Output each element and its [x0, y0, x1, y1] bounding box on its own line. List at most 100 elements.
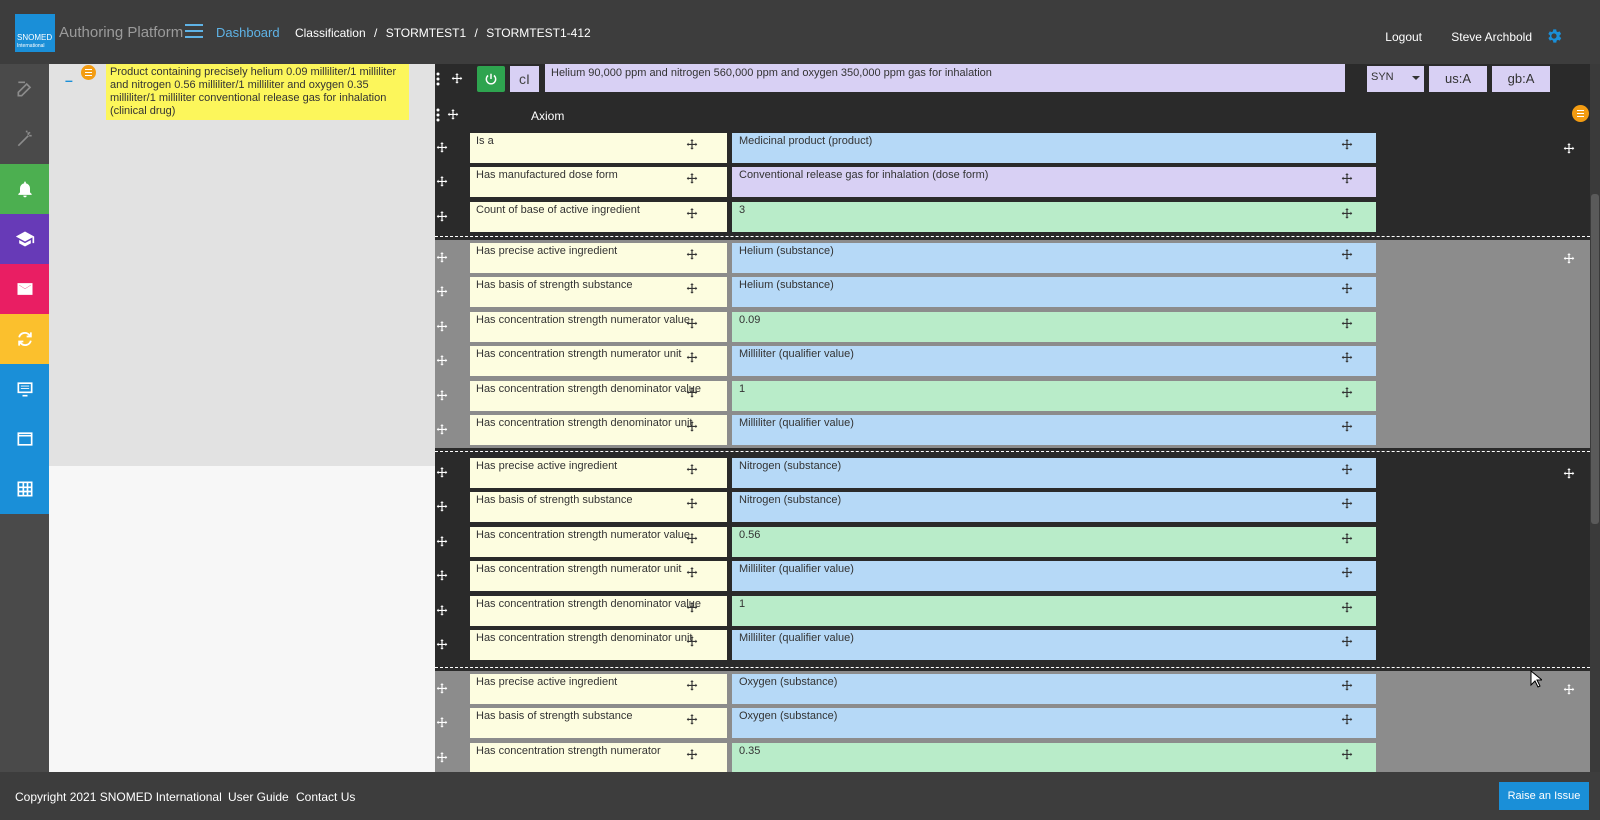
concept-list-icon[interactable] [81, 65, 96, 80]
drag-handle-icon[interactable] [435, 569, 449, 583]
target-drag-icon[interactable] [1340, 463, 1354, 477]
target-drag-icon[interactable] [1340, 172, 1354, 186]
type-drag-icon[interactable] [685, 248, 699, 262]
case-significance-button[interactable]: cI [510, 66, 539, 92]
user-guide-link[interactable]: User Guide [228, 790, 289, 804]
logout-link[interactable]: Logout [1385, 30, 1422, 44]
target-drag-icon[interactable] [1340, 497, 1354, 511]
relationship-target-field[interactable]: Oxygen (substance) [732, 674, 1376, 704]
type-drag-icon[interactable] [685, 679, 699, 693]
drag-handle-icon[interactable] [435, 500, 449, 514]
gear-icon[interactable] [1545, 27, 1563, 45]
relationship-target-field[interactable]: Nitrogen (substance) [732, 492, 1376, 523]
relationship-target-field[interactable]: Nitrogen (substance) [732, 458, 1376, 488]
group-drag-icon[interactable] [1562, 683, 1576, 697]
drag-handle-icon[interactable] [435, 751, 449, 765]
messages-button[interactable] [0, 264, 49, 314]
contact-us-link[interactable]: Contact Us [296, 790, 355, 804]
relationship-target-field[interactable]: 3 [732, 201, 1376, 232]
target-drag-icon[interactable] [1340, 532, 1354, 546]
relationship-target-field[interactable]: 0.35 [732, 742, 1376, 772]
drag-handle-icon[interactable] [435, 320, 449, 334]
drag-handle-icon[interactable] [435, 604, 449, 618]
type-drag-icon[interactable] [685, 386, 699, 400]
breadcrumb-project[interactable]: STORMTEST1 [386, 26, 466, 40]
main-scrollbar[interactable] [1590, 64, 1600, 772]
relationship-target-field[interactable]: 1 [732, 595, 1376, 626]
more-vertical-icon[interactable] [435, 72, 441, 86]
target-drag-icon[interactable] [1340, 282, 1354, 296]
training-button[interactable] [0, 214, 49, 264]
relationship-target-field[interactable]: Helium (substance) [732, 243, 1376, 273]
hamburger-menu-icon[interactable] [185, 24, 203, 40]
type-drag-icon[interactable] [685, 351, 699, 365]
raise-issue-button[interactable]: Raise an Issue [1499, 782, 1589, 810]
target-drag-icon[interactable] [1340, 713, 1354, 727]
group-drag-icon[interactable] [1562, 467, 1576, 481]
target-drag-icon[interactable] [1340, 248, 1354, 262]
taxonomy-concept[interactable]: Product containing precisely helium 0.09… [106, 64, 409, 120]
type-drag-icon[interactable] [685, 532, 699, 546]
target-drag-icon[interactable] [1340, 635, 1354, 649]
scrollbar-thumb[interactable] [1591, 194, 1599, 524]
target-drag-icon[interactable] [1340, 138, 1354, 152]
gb-acceptability-button[interactable]: gb:A [1492, 66, 1550, 92]
browser-button[interactable] [0, 414, 49, 464]
relationship-target-field[interactable]: Conventional release gas for inhalation … [732, 167, 1376, 198]
description-term-input[interactable]: Helium 90,000 ppm and nitrogen 560,000 p… [545, 64, 1345, 92]
target-drag-icon[interactable] [1340, 351, 1354, 365]
more-vertical-icon[interactable] [435, 108, 441, 122]
drag-handle-icon[interactable] [435, 466, 449, 480]
sync-button[interactable] [0, 314, 49, 364]
review-button[interactable] [0, 364, 49, 414]
drag-handle-icon[interactable] [446, 108, 460, 122]
drag-handle-icon[interactable] [435, 423, 449, 437]
type-drag-icon[interactable] [685, 713, 699, 727]
relationship-target-field[interactable]: Oxygen (substance) [732, 708, 1376, 739]
relationship-target-field[interactable]: Milliliter (qualifier value) [732, 561, 1376, 592]
drag-handle-icon[interactable] [435, 354, 449, 368]
type-drag-icon[interactable] [685, 635, 699, 649]
drag-handle-icon[interactable] [435, 175, 449, 189]
relationship-target-field[interactable]: Helium (substance) [732, 277, 1376, 308]
type-drag-icon[interactable] [685, 601, 699, 615]
type-drag-icon[interactable] [685, 420, 699, 434]
type-drag-icon[interactable] [685, 497, 699, 511]
target-drag-icon[interactable] [1340, 566, 1354, 580]
type-drag-icon[interactable] [685, 207, 699, 221]
classify-button[interactable] [0, 114, 49, 164]
drag-handle-icon[interactable] [435, 535, 449, 549]
target-drag-icon[interactable] [1340, 386, 1354, 400]
group-drag-icon[interactable] [1562, 252, 1576, 266]
drag-handle-icon[interactable] [435, 210, 449, 224]
type-drag-icon[interactable] [685, 317, 699, 331]
type-drag-icon[interactable] [685, 282, 699, 296]
description-type-select[interactable]: SYN [1367, 66, 1424, 92]
type-drag-icon[interactable] [685, 138, 699, 152]
relationship-target-field[interactable]: Medicinal product (product) [732, 133, 1376, 163]
relationship-target-field[interactable]: Milliliter (qualifier value) [732, 630, 1376, 660]
grid-button[interactable] [0, 464, 49, 514]
relationship-target-field[interactable]: Milliliter (qualifier value) [732, 346, 1376, 377]
breadcrumb-dashboard-link[interactable]: Dashboard [216, 25, 280, 40]
relationship-target-field[interactable]: 1 [732, 380, 1376, 411]
target-drag-icon[interactable] [1340, 748, 1354, 762]
type-drag-icon[interactable] [685, 566, 699, 580]
drag-handle-icon[interactable] [435, 682, 449, 696]
drag-handle-icon[interactable] [435, 251, 449, 265]
target-drag-icon[interactable] [1340, 420, 1354, 434]
drag-handle-icon[interactable] [435, 141, 449, 155]
axiom-menu-icon[interactable] [1572, 105, 1589, 122]
target-drag-icon[interactable] [1340, 679, 1354, 693]
user-name[interactable]: Steve Archbold [1451, 30, 1532, 44]
drag-handle-icon[interactable] [435, 716, 449, 730]
edit-button[interactable] [0, 64, 49, 114]
active-toggle-button[interactable] [477, 66, 505, 92]
drag-handle-icon[interactable] [435, 389, 449, 403]
type-drag-icon[interactable] [685, 463, 699, 477]
target-drag-icon[interactable] [1340, 317, 1354, 331]
relationship-target-field[interactable]: 0.09 [732, 311, 1376, 342]
relationship-target-field[interactable]: 0.56 [732, 526, 1376, 557]
us-acceptability-button[interactable]: us:A [1429, 66, 1487, 92]
target-drag-icon[interactable] [1340, 207, 1354, 221]
